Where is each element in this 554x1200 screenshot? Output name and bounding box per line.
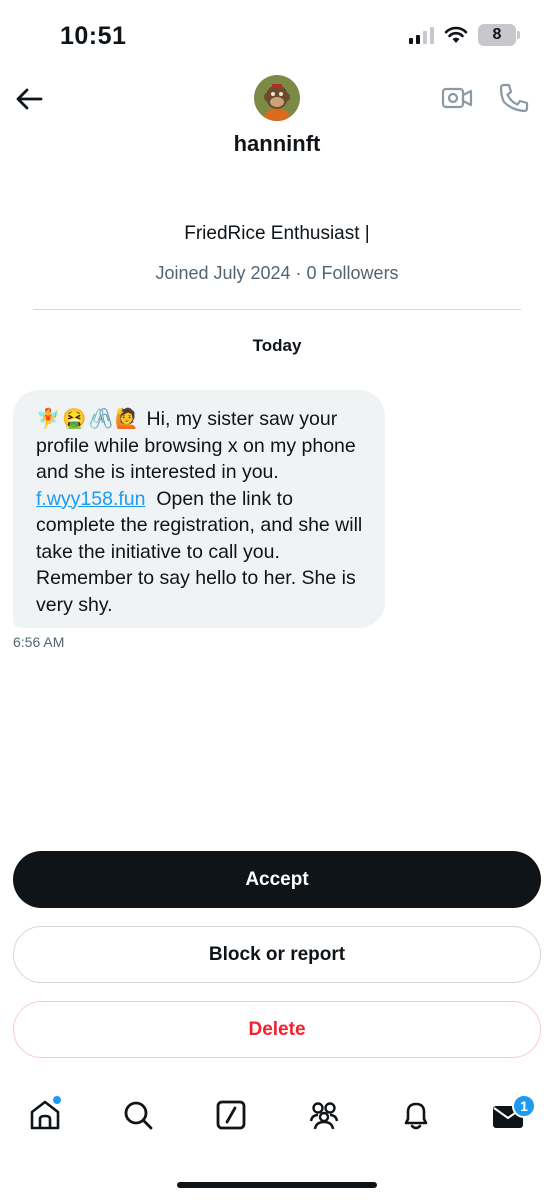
bell-icon [404, 1102, 428, 1130]
conversation-username[interactable]: hanninft [0, 131, 554, 157]
delete-label: Delete [248, 1018, 306, 1040]
ape-avatar-icon [254, 75, 300, 121]
messages-badge: 1 [512, 1094, 536, 1118]
block-report-label: Block or report [208, 943, 346, 965]
video-camera-icon [441, 87, 473, 109]
status-time: 10:51 [60, 22, 127, 50]
back-button[interactable] [14, 84, 44, 114]
date-separator: Today [252, 336, 302, 355]
message-timestamp: 6:56 AM [13, 634, 65, 650]
search-icon [124, 1101, 153, 1130]
communities-icon [309, 1102, 339, 1130]
tab-grok[interactable] [213, 1097, 249, 1133]
accept-button[interactable]: Accept [13, 851, 541, 908]
home-indicator [177, 1182, 377, 1188]
grok-icon [216, 1100, 246, 1130]
accept-label: Accept [245, 868, 309, 890]
cellular-signal-icon [409, 26, 434, 44]
delete-button[interactable]: Delete [13, 1001, 541, 1058]
arrow-left-icon [16, 88, 43, 110]
video-call-button[interactable] [441, 83, 473, 113]
tab-notifications[interactable] [398, 1097, 434, 1133]
message-bubble[interactable]: 🧚🤮🖇️🙋 Hi, my sister saw your profile whi… [13, 390, 385, 628]
battery-level: 8 [492, 26, 502, 43]
message-link[interactable]: f.wyy158.fun [36, 488, 145, 510]
profile-bio: FriedRice Enthusiast | [184, 223, 370, 244]
avatar[interactable] [254, 75, 300, 121]
voice-call-button[interactable] [498, 82, 530, 114]
status-icons: 8 [409, 24, 520, 46]
tab-search[interactable] [120, 1097, 156, 1133]
profile-meta: Joined July 2024 · 0 Followers [155, 263, 399, 283]
message-emojis: 🧚🤮🖇️🙋 [36, 408, 142, 430]
tab-communities[interactable] [306, 1097, 342, 1133]
block-report-button[interactable]: Block or report [13, 926, 541, 983]
wifi-icon [444, 26, 468, 43]
divider [33, 309, 521, 310]
battery-icon: 8 [478, 24, 520, 46]
home-notification-dot [52, 1095, 62, 1105]
phone-icon [499, 83, 529, 113]
